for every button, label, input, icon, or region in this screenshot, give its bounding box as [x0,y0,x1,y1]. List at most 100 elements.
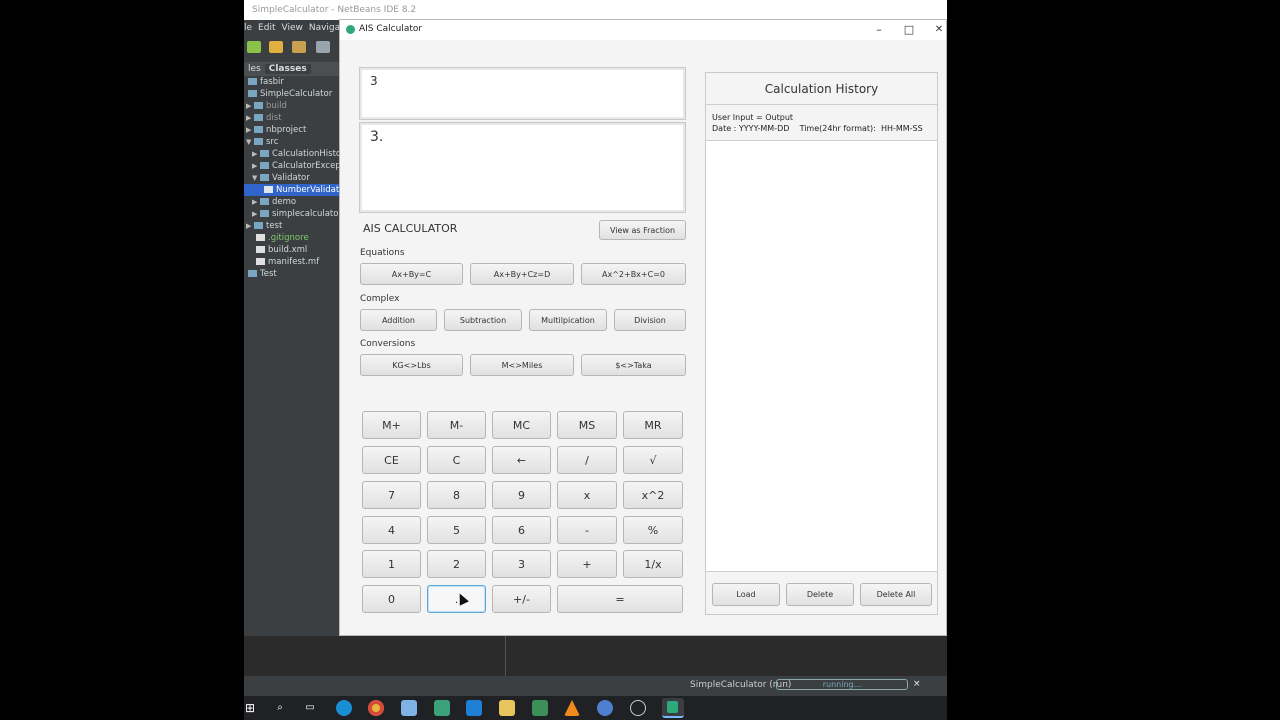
key-memory-store[interactable]: MS [557,411,617,439]
vscode-icon[interactable] [466,700,482,716]
key-7[interactable]: 7 [362,481,421,509]
xml-file-icon [256,246,265,253]
ide-menu-edit[interactable]: Edit [258,23,275,33]
complex-subtraction-button[interactable]: Subtraction [444,309,522,331]
tree-item[interactable]: ▶ nbproject [246,124,306,136]
complex-division-button[interactable]: Division [614,309,686,331]
file-explorer-icon[interactable] [499,700,515,716]
key-memory-add[interactable]: M+ [362,411,421,439]
key-equals[interactable]: = [557,585,683,613]
chrome-browser-icon[interactable] [368,700,384,716]
start-windows-icon[interactable]: ⊞ [242,700,258,716]
history-load-button[interactable]: Load [712,583,780,606]
tree-item[interactable]: Test [248,268,277,280]
tree-item[interactable]: ▶ CalculatorExcepti [252,160,346,172]
expand-arrow-icon: ▶ [252,210,258,218]
gb-app-icon[interactable] [597,700,613,716]
vlc-player-icon[interactable] [564,700,580,716]
key-percent[interactable]: % [623,516,683,544]
key-5[interactable]: 5 [427,516,486,544]
tree-item[interactable]: ▶ demo [252,196,296,208]
history-delete-button[interactable]: Delete [786,583,854,606]
equation-quadratic-button[interactable]: Ax^2+Bx+C=0 [581,263,686,285]
history-delete-all-button[interactable]: Delete All [860,583,932,606]
run-progress-bar[interactable]: running... [776,679,908,690]
tree-item[interactable]: ▶ test [246,220,282,232]
key-3[interactable]: 3 [492,550,551,578]
key-0[interactable]: 0 [362,585,421,613]
key-2[interactable]: 2 [427,550,486,578]
complex-addition-button[interactable]: Addition [360,309,437,331]
git-app-icon[interactable] [434,700,450,716]
key-backspace[interactable]: ← [492,446,551,474]
dollar-taka-conversion-button[interactable]: $<>Taka [581,354,686,376]
key-reciprocal[interactable]: 1/x [623,550,683,578]
maximize-button[interactable]: □ [894,21,924,39]
tree-item[interactable]: SimpleCalculator [248,88,332,100]
ide-menu-view[interactable]: View [281,23,302,33]
equation-linear-3var-button[interactable]: Ax+By+Cz=D [470,263,574,285]
tree-item[interactable]: ▶ dist [246,112,282,124]
kg-lbs-conversion-button[interactable]: KG<>Lbs [360,354,463,376]
new-project-icon[interactable] [269,41,283,53]
key-memory-clear[interactable]: MC [492,411,551,439]
project-icon [248,90,257,97]
tree-item[interactable]: build.xml [256,244,307,256]
stop-run-icon[interactable]: × [913,679,921,689]
save-all-icon[interactable] [316,41,330,53]
input-display[interactable]: 3 [359,67,686,120]
key-clear[interactable]: C [427,446,486,474]
equation-linear-2var-button[interactable]: Ax+By=C [360,263,463,285]
obs-app-icon[interactable] [630,700,646,716]
expand-arrow-icon: ▶ [246,126,252,134]
ide-menu-file[interactable]: le [244,23,252,33]
key-memory-recall[interactable]: MR [623,411,683,439]
tree-item[interactable]: ▶ simplecalculator [252,208,342,220]
tree-item[interactable]: ▼ Validator [252,172,310,184]
key-multiply[interactable]: x [557,481,617,509]
task-view-icon[interactable]: ▭ [302,700,318,716]
minimize-button[interactable]: – [864,21,894,39]
android-studio-icon[interactable] [532,700,548,716]
collapse-arrow-icon: ▼ [252,174,258,182]
open-project-icon[interactable] [292,41,306,53]
calculator-app-icon[interactable] [662,698,684,718]
key-subtract[interactable]: - [557,516,617,544]
tree-item[interactable]: ▼ src [246,136,278,148]
edge-browser-icon[interactable] [336,700,352,716]
tab-files[interactable]: les [244,64,265,74]
tree-item-selected[interactable]: NumberValidato [244,184,344,196]
close-button[interactable]: ✕ [924,21,954,39]
tree-item[interactable]: .gitignore [256,232,309,244]
key-add[interactable]: + [557,550,617,578]
key-negate[interactable]: +/- [492,585,551,613]
m-miles-conversion-button[interactable]: M<>Miles [470,354,574,376]
key-6[interactable]: 6 [492,516,551,544]
history-format-line: User Input = Output [712,113,794,122]
tab-classes[interactable]: Classes [264,64,311,74]
result-display[interactable]: 3. [359,122,686,213]
tree-item[interactable]: fasbir [248,76,284,88]
view-as-fraction-button[interactable]: View as Fraction [599,220,686,240]
key-clear-entry[interactable]: CE [362,446,421,474]
tree-item[interactable]: ▶ build [246,100,287,112]
key-9[interactable]: 9 [492,481,551,509]
complex-multiplication-button[interactable]: Multilpication [529,309,607,331]
key-1[interactable]: 1 [362,550,421,578]
tree-item[interactable]: manifest.mf [256,256,319,268]
history-list[interactable] [706,141,937,571]
file-icon [256,234,265,241]
key-memory-subtract[interactable]: M- [427,411,486,439]
key-square-root[interactable]: √ [623,446,683,474]
ais-calculator-window: AIS Calculator – □ ✕ 3 3. AIS CALCULATOR… [339,19,947,636]
search-icon[interactable]: ⌕ [272,700,288,716]
collapse-arrow-icon: ▼ [246,138,252,146]
tree-item[interactable]: ▶ CalculationHistor [252,148,345,160]
key-8[interactable]: 8 [427,481,486,509]
new-file-icon[interactable] [247,41,261,53]
box-app-icon[interactable] [401,700,417,716]
key-square[interactable]: x^2 [623,481,683,509]
key-4[interactable]: 4 [362,516,421,544]
key-divide[interactable]: / [557,446,617,474]
expand-arrow-icon: ▶ [252,150,258,158]
